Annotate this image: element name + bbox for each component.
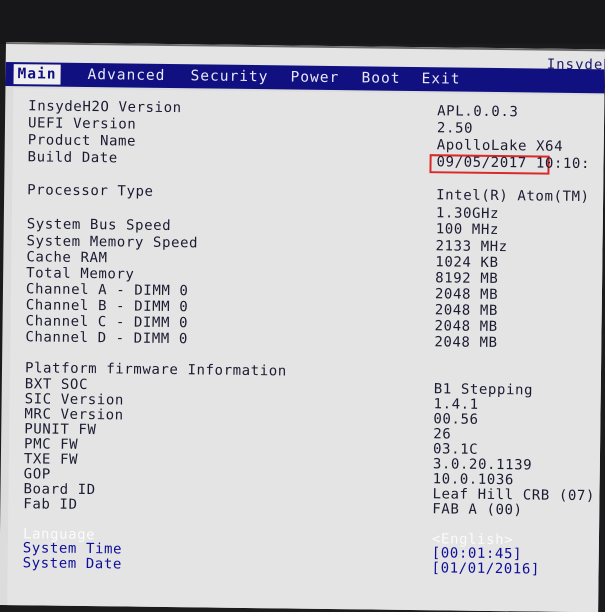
tab-power[interactable]: Power: [286, 67, 343, 88]
tab-boot[interactable]: Boot: [357, 68, 404, 89]
tab-advanced[interactable]: Advanced: [83, 65, 169, 86]
info-label: InsydeH2O Version: [28, 98, 182, 117]
info-label: Product Name: [27, 132, 137, 150]
platform-value: 03.1C: [432, 441, 479, 458]
info-value: 8192 MB: [435, 270, 499, 288]
info-value: 1.30GHz: [435, 205, 500, 223]
platform-label: Fab ID: [23, 496, 78, 513]
tab-exit[interactable]: Exit: [417, 69, 464, 90]
info-value: 2048 MB: [434, 318, 498, 336]
monitor-bezel: [0, 0, 605, 44]
info-value: 2133 MHz: [435, 238, 508, 256]
system-date-field[interactable]: [01/01/2016]: [432, 560, 541, 577]
main-panel: InsydeH2O Version APL.0.0.3 UEFI Version…: [6, 88, 605, 612]
info-value: 2048 MB: [434, 334, 498, 352]
info-value: 2048 MB: [434, 302, 499, 320]
tab-security[interactable]: Security: [186, 66, 272, 87]
info-value: 100 MHz: [435, 221, 500, 239]
info-value: 2.50: [436, 120, 474, 137]
info-label: Channel B - DIMM 0: [25, 297, 189, 316]
tab-main[interactable]: Main: [13, 64, 61, 85]
info-label: Total Memory: [26, 265, 135, 283]
platform-value: 1.4.1: [433, 396, 479, 413]
info-label: Channel C - DIMM 0: [25, 313, 189, 332]
bios-screen: InsydeH Main Advanced Security Power Boo…: [0, 42, 605, 612]
info-value: 1024 KB: [435, 254, 499, 272]
info-label: Channel A - DIMM 0: [25, 281, 189, 300]
info-label: Channel D - DIMM 0: [25, 329, 189, 348]
platform-label: GOP: [23, 466, 51, 483]
platform-value: 26: [433, 426, 452, 443]
info-label: Build Date: [27, 149, 118, 167]
platform-value: 00.56: [433, 411, 479, 428]
info-label: Processor Type: [27, 182, 154, 200]
info-value: 2048 MB: [434, 286, 499, 304]
platform-value: FAB A (00): [432, 501, 523, 519]
info-value: 09/05/2017 10:10:: [436, 154, 591, 173]
info-label: Cache RAM: [26, 249, 108, 267]
info-value: ApolloLake X64: [436, 137, 564, 155]
info-label: UEFI Version: [27, 115, 137, 133]
info-label: System Bus Speed: [26, 216, 172, 235]
insydeh2o-version-value: APL.0.0.3: [437, 103, 519, 121]
info-value: Intel(R) Atom(TM): [436, 187, 590, 206]
system-date-label: System Date: [22, 555, 123, 573]
